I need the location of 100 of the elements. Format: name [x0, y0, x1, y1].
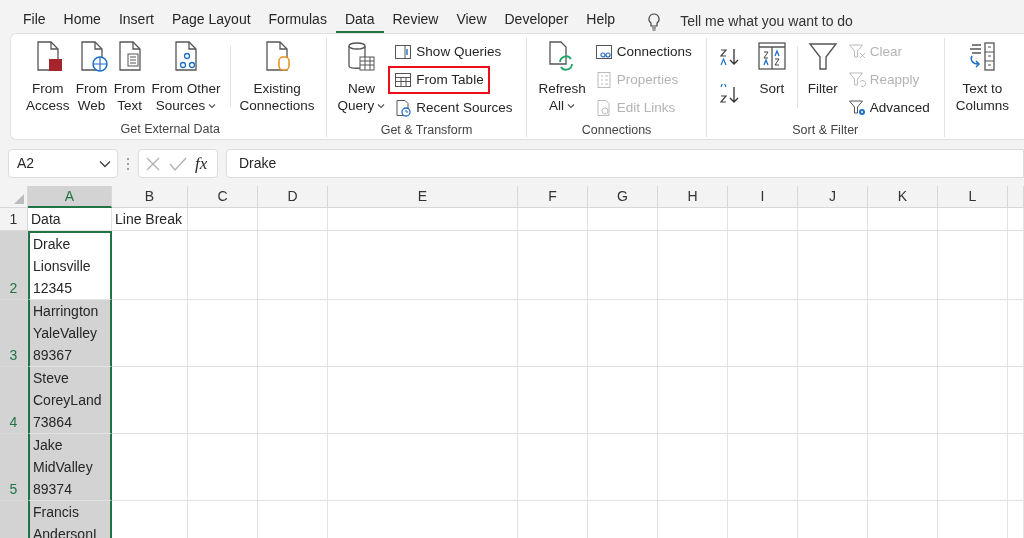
table-cell	[188, 434, 258, 501]
triangle-icon	[13, 193, 25, 205]
ribbon-button[interactable]: Show Queries	[388, 38, 508, 66]
table-cell	[658, 231, 728, 300]
table-cell: Line Break	[112, 208, 188, 231]
row-header[interactable]: 2	[0, 231, 28, 300]
tell-me-field[interactable]: Tell me what you want to do	[678, 10, 919, 33]
table-cell	[728, 300, 798, 367]
column-header[interactable]: I	[728, 186, 798, 208]
caret-icon	[377, 103, 386, 110]
ribbon-button[interactable]: Refresh All	[535, 38, 589, 116]
clear-filter-icon	[847, 43, 866, 61]
row-header[interactable]: 1	[0, 208, 28, 231]
select-all-button[interactable]	[0, 186, 28, 208]
menu-tab[interactable]: Developer	[495, 6, 578, 33]
table-cell	[188, 367, 258, 434]
table-cell	[188, 231, 258, 300]
table-cell: Steve CoreyLand 73864	[28, 367, 112, 434]
column-header[interactable]: L	[938, 186, 1008, 208]
chevron-down-icon	[99, 159, 111, 168]
table-cell	[728, 208, 798, 231]
row-header[interactable]: 4	[0, 367, 28, 434]
table-cell	[868, 367, 938, 434]
menu-tab[interactable]: Review	[383, 6, 448, 33]
column-header[interactable]: G	[588, 186, 658, 208]
table-cell	[518, 300, 588, 367]
ribbon-button[interactable]: Connections	[588, 38, 698, 66]
table-cell	[658, 208, 728, 231]
table-cell	[188, 208, 258, 231]
table-cell	[868, 300, 938, 367]
menu-tab[interactable]: View	[447, 6, 496, 33]
table-cell	[258, 300, 328, 367]
ribbon-button[interactable]: Existing Connections	[236, 38, 318, 116]
menu-tab[interactable]: Help	[577, 6, 625, 33]
link-document-icon	[594, 99, 613, 117]
table-cell	[938, 231, 1008, 300]
lightbulb-icon	[646, 11, 663, 32]
ribbon-button[interactable]: From Web	[72, 38, 111, 116]
menu-tab[interactable]: Formulas	[259, 6, 336, 33]
column-header[interactable]: E	[328, 186, 518, 208]
table-cell	[868, 434, 938, 501]
column-header[interactable]: F	[518, 186, 588, 208]
table-cell	[1008, 300, 1024, 367]
ribbon-button[interactable]: From Text	[110, 38, 149, 116]
properties-icon	[594, 71, 613, 89]
table-cell: Jake MidValley 89374	[28, 434, 112, 501]
sort-ascending-icon	[718, 46, 741, 68]
column-header[interactable]: A	[28, 186, 112, 208]
advanced-filter-icon	[847, 99, 866, 117]
table-cell	[258, 231, 328, 300]
menu-tab[interactable]: File	[14, 6, 55, 33]
ribbon-button[interactable]: From Access	[23, 38, 73, 116]
column-header[interactable]: H	[658, 186, 728, 208]
row-header[interactable]: 3	[0, 300, 28, 367]
table-cell	[938, 300, 1008, 367]
connections-icon	[594, 43, 613, 61]
column-header[interactable]: B	[112, 186, 188, 208]
table-cell	[518, 208, 588, 231]
column-header[interactable]: J	[798, 186, 868, 208]
table-cell	[588, 367, 658, 434]
function-button[interactable]: fx	[195, 150, 208, 177]
row-header[interactable]	[0, 501, 28, 538]
column-header[interactable]: K	[868, 186, 938, 208]
ribbon-button[interactable]: Recent Sources	[388, 94, 519, 122]
ribbon-button[interactable]: Advanced	[841, 94, 936, 122]
menu-tab[interactable]: Insert	[109, 6, 163, 33]
group-label: Connections	[580, 122, 653, 138]
menu-tab[interactable]: Home	[54, 6, 110, 33]
ribbon-button[interactable]: New Query	[334, 38, 389, 116]
column-header[interactable]: D	[258, 186, 328, 208]
table-cell	[518, 434, 588, 501]
name-box[interactable]: A2	[8, 149, 118, 178]
close-icon	[145, 155, 161, 172]
table-cell	[798, 231, 868, 300]
ribbon-button[interactable]: Text to Columns	[952, 38, 1013, 116]
table-cell	[938, 367, 1008, 434]
formula-field[interactable]: Drake	[226, 149, 1024, 178]
column-header[interactable]: C	[188, 186, 258, 208]
ribbon-button[interactable]: From Other Sources	[148, 38, 224, 116]
ribbon-button[interactable]: Sort	[752, 38, 791, 99]
table-cell	[728, 434, 798, 501]
table-cell	[868, 208, 938, 231]
table-cell	[798, 367, 868, 434]
table-cell	[588, 231, 658, 300]
table-cell	[188, 300, 258, 367]
database-icon	[345, 40, 378, 72]
menu-tab[interactable]: Page Layout	[162, 6, 260, 33]
ribbon-button[interactable]: From Table	[388, 66, 490, 94]
clock-document-icon	[394, 99, 413, 117]
column-header[interactable]	[1008, 186, 1024, 208]
table-cell	[258, 208, 328, 231]
table-cell	[1008, 231, 1024, 300]
ribbon-button[interactable]: Filter	[803, 38, 842, 99]
table-cell	[588, 208, 658, 231]
check-icon	[169, 155, 187, 172]
caret-icon	[567, 103, 576, 110]
row-header[interactable]: 5	[0, 434, 28, 501]
table-cell	[938, 434, 1008, 501]
group-label: Get & Transform	[379, 122, 474, 138]
table-cell	[1008, 367, 1024, 434]
